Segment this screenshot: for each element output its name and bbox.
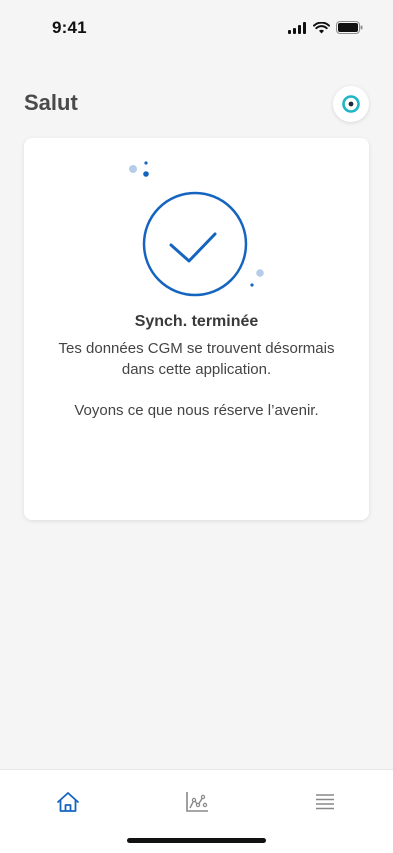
menu-icon: [316, 794, 334, 810]
home-indicator: [127, 838, 266, 843]
card-message: Voyons ce que nous réserve l’avenir.: [74, 402, 319, 419]
tab-home[interactable]: [54, 788, 82, 816]
status-icons: [288, 21, 363, 34]
sensor-icon: [342, 95, 360, 113]
status-bar: 9:41: [0, 0, 393, 54]
signal-icon: [288, 21, 306, 34]
status-time: 9:41: [52, 18, 87, 37]
tab-charts[interactable]: [183, 788, 211, 816]
sync-complete-card: Synch. terminée Tes données CGM se trouv…: [24, 138, 369, 520]
home-icon: [57, 792, 79, 812]
sync-success-illustration: [129, 161, 264, 297]
card-description: Tes données CGM se trouvent désormais da…: [58, 340, 335, 378]
tab-menu[interactable]: [311, 788, 339, 816]
page-title: Salut: [24, 90, 78, 115]
card-title: Synch. terminée: [134, 313, 259, 330]
chart-icon: [186, 792, 208, 812]
sensor-status-button[interactable]: [333, 86, 369, 122]
battery-icon: [336, 21, 363, 34]
wifi-icon: [313, 21, 330, 33]
